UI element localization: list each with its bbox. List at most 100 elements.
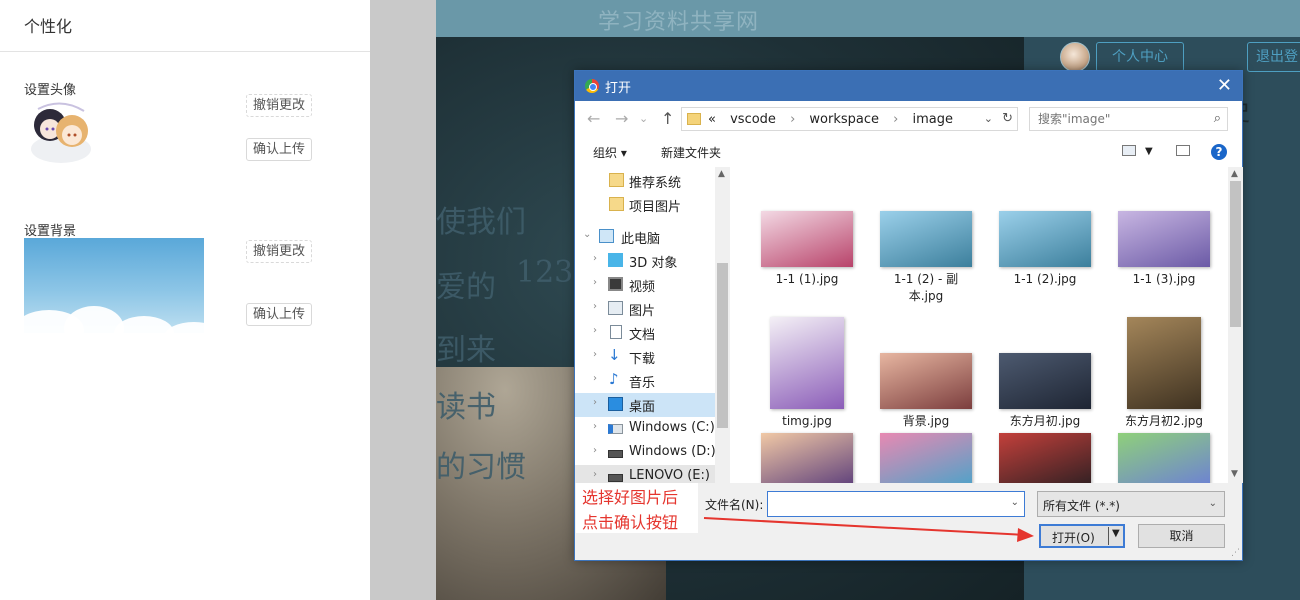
nav-item-documents[interactable]: › 文档 [575,321,715,345]
nav-item-music[interactable]: › ♪ 音乐 [575,369,715,393]
chevron-right-icon[interactable]: › [593,349,597,360]
close-icon[interactable]: ✕ [1217,75,1232,96]
chevron-down-icon[interactable]: ▼ [1145,146,1153,157]
file-item[interactable]: 背景.jpg [870,353,982,430]
file-item[interactable]: 东方月初2.jpg [1108,317,1220,430]
image-thumbnail [880,211,972,267]
nav-item-pictures[interactable]: › 图片 [575,297,715,321]
background-preview [24,238,204,333]
avatar-undo-button[interactable]: 撤销更改 [246,94,313,117]
chevron-down-icon[interactable]: ▼ [1112,528,1120,539]
chevron-down-icon[interactable]: ⌄ [583,229,591,240]
nav-item-label: 3D 对象 [629,256,678,271]
view-mode-icon[interactable] [1122,145,1136,156]
chevron-right-icon[interactable]: › [593,325,597,336]
up-arrow-icon[interactable]: ↑ [661,109,674,128]
chevron-down-icon[interactable]: ⌄ [1011,497,1019,508]
file-item[interactable] [870,433,982,483]
chevron-right-icon[interactable]: › [593,373,597,384]
file-item[interactable] [1108,433,1220,483]
dialog-titlebar[interactable]: 打开 ✕ [575,71,1242,101]
background-upload-button[interactable]: 确认上传 [246,303,313,326]
filetype-select[interactable]: 所有文件 (*.*) ⌄ [1037,491,1225,517]
nav-item-recommend[interactable]: 推荐系统 [575,169,715,193]
nav-item-video[interactable]: › 视频 [575,273,715,297]
chevron-right-icon[interactable]: › [593,301,597,312]
drive-icon [608,474,623,482]
file-grid: 1-1 (1).jpg 1-1 (2) - 副本.jpg 1-1 (2).jpg 1-… [735,167,1228,483]
avatar-upload-button[interactable]: 确认上传 [246,138,313,161]
file-item[interactable]: 1-1 (2).jpg [989,211,1101,288]
overlay-mask [370,0,436,600]
back-arrow-icon[interactable]: ← [587,109,600,128]
chevron-right-icon[interactable]: › [593,253,597,264]
nav-scrollbar[interactable]: ▲ [715,167,730,483]
breadcrumb-item[interactable]: workspace [809,112,879,127]
background-undo-button[interactable]: 撤销更改 [246,240,313,263]
nav-item-drive-e[interactable]: › LENOVO (E:) [575,465,715,483]
new-folder-button[interactable]: 新建文件夹 [661,144,721,161]
chevron-right-icon[interactable]: › [593,397,597,408]
file-name: 1-1 (2) - 副本.jpg [893,272,959,303]
file-item[interactable]: 1-1 (1).jpg [751,211,863,288]
history-dropdown-icon[interactable]: ⌄ [639,112,648,125]
nav-item-project-images[interactable]: 项目图片 [575,193,715,217]
search-input[interactable] [1036,111,1196,127]
breadcrumb-item[interactable]: image [913,112,954,127]
scroll-up-icon[interactable]: ▲ [718,169,725,179]
search-icon: ⌕ [1213,111,1221,126]
logout-button[interactable]: 退出登 [1247,42,1300,72]
preview-pane-icon[interactable] [1176,145,1190,156]
scroll-up-icon[interactable]: ▲ [1231,169,1238,179]
nav-item-desktop[interactable]: › 桌面 [575,393,715,417]
file-item[interactable]: timg.jpg [751,317,863,430]
help-icon[interactable]: ? [1211,144,1227,160]
nav-item-label: 文档 [629,328,656,343]
video-icon [608,277,623,291]
chevron-right-icon[interactable]: › [593,445,597,456]
personal-center-button[interactable]: 个人中心 [1096,42,1184,72]
music-icon: ♪ [609,370,619,388]
organize-menu[interactable]: 组织 ▾ [593,144,627,161]
forward-arrow-icon[interactable]: → [615,109,628,128]
file-item[interactable]: 1-1 (2) - 副本.jpg [870,211,982,305]
breadcrumb-item[interactable]: vscode [730,112,776,127]
site-avatar[interactable] [1060,42,1090,72]
annotation-line: 点击确认按钮 [582,513,679,532]
file-item[interactable]: 1-1 (3).jpg [1108,211,1220,288]
file-item[interactable]: 东方月初.jpg [989,353,1101,430]
dialog-navbar: ← → ⌄ ↑ « vscode › workspace › image ⌄ ↻… [575,101,1242,137]
scrollbar-thumb[interactable] [717,263,728,428]
search-box[interactable]: ⌕ [1029,107,1228,131]
chevron-right-icon[interactable]: › [593,421,597,432]
chevron-down-icon[interactable]: ⌄ [984,112,993,125]
file-name: timg.jpg [782,414,832,428]
file-item[interactable] [989,433,1101,483]
nav-item-drive-d[interactable]: › Windows (D:) [575,441,716,465]
chevron-right-icon[interactable]: › [593,277,597,288]
computer-icon [599,229,614,243]
image-thumbnail [1118,433,1210,483]
filename-input[interactable]: ⌄ [767,491,1025,517]
breadcrumb-overflow[interactable]: « [708,112,716,127]
scroll-down-icon[interactable]: ▼ [1231,469,1238,479]
cancel-button[interactable]: 取消 [1138,524,1225,548]
divider [0,51,370,52]
file-scrollbar[interactable]: ▲ ▼ [1228,167,1243,483]
chevron-down-icon[interactable]: ⌄ [1209,498,1217,509]
refresh-icon[interactable]: ↻ [1002,111,1013,126]
nav-item-this-pc[interactable]: ⌄ 此电脑 [575,225,715,249]
hero-quote-line: 123 [516,255,574,290]
scrollbar-thumb[interactable] [1230,181,1241,327]
address-bar[interactable]: « vscode › workspace › image ⌄ ↻ [681,107,1018,131]
resize-grip-icon[interactable]: ⋰ [1231,548,1240,558]
annotation-line: 选择好图片后 [582,488,679,507]
nav-item-drive-c[interactable]: › Windows (C:) [575,417,715,441]
nav-item-downloads[interactable]: › ↓ 下载 [575,345,715,369]
nav-item-3d[interactable]: › 3D 对象 [575,249,715,273]
open-button[interactable]: 打开(O) ▼ [1039,524,1125,548]
file-item[interactable] [751,433,863,483]
chevron-right-icon[interactable]: › [593,469,597,480]
nav-item-label: 项目图片 [629,200,682,215]
dialog-toolbar: 组织 ▾ 新建文件夹 ▼ ? [575,137,1242,167]
